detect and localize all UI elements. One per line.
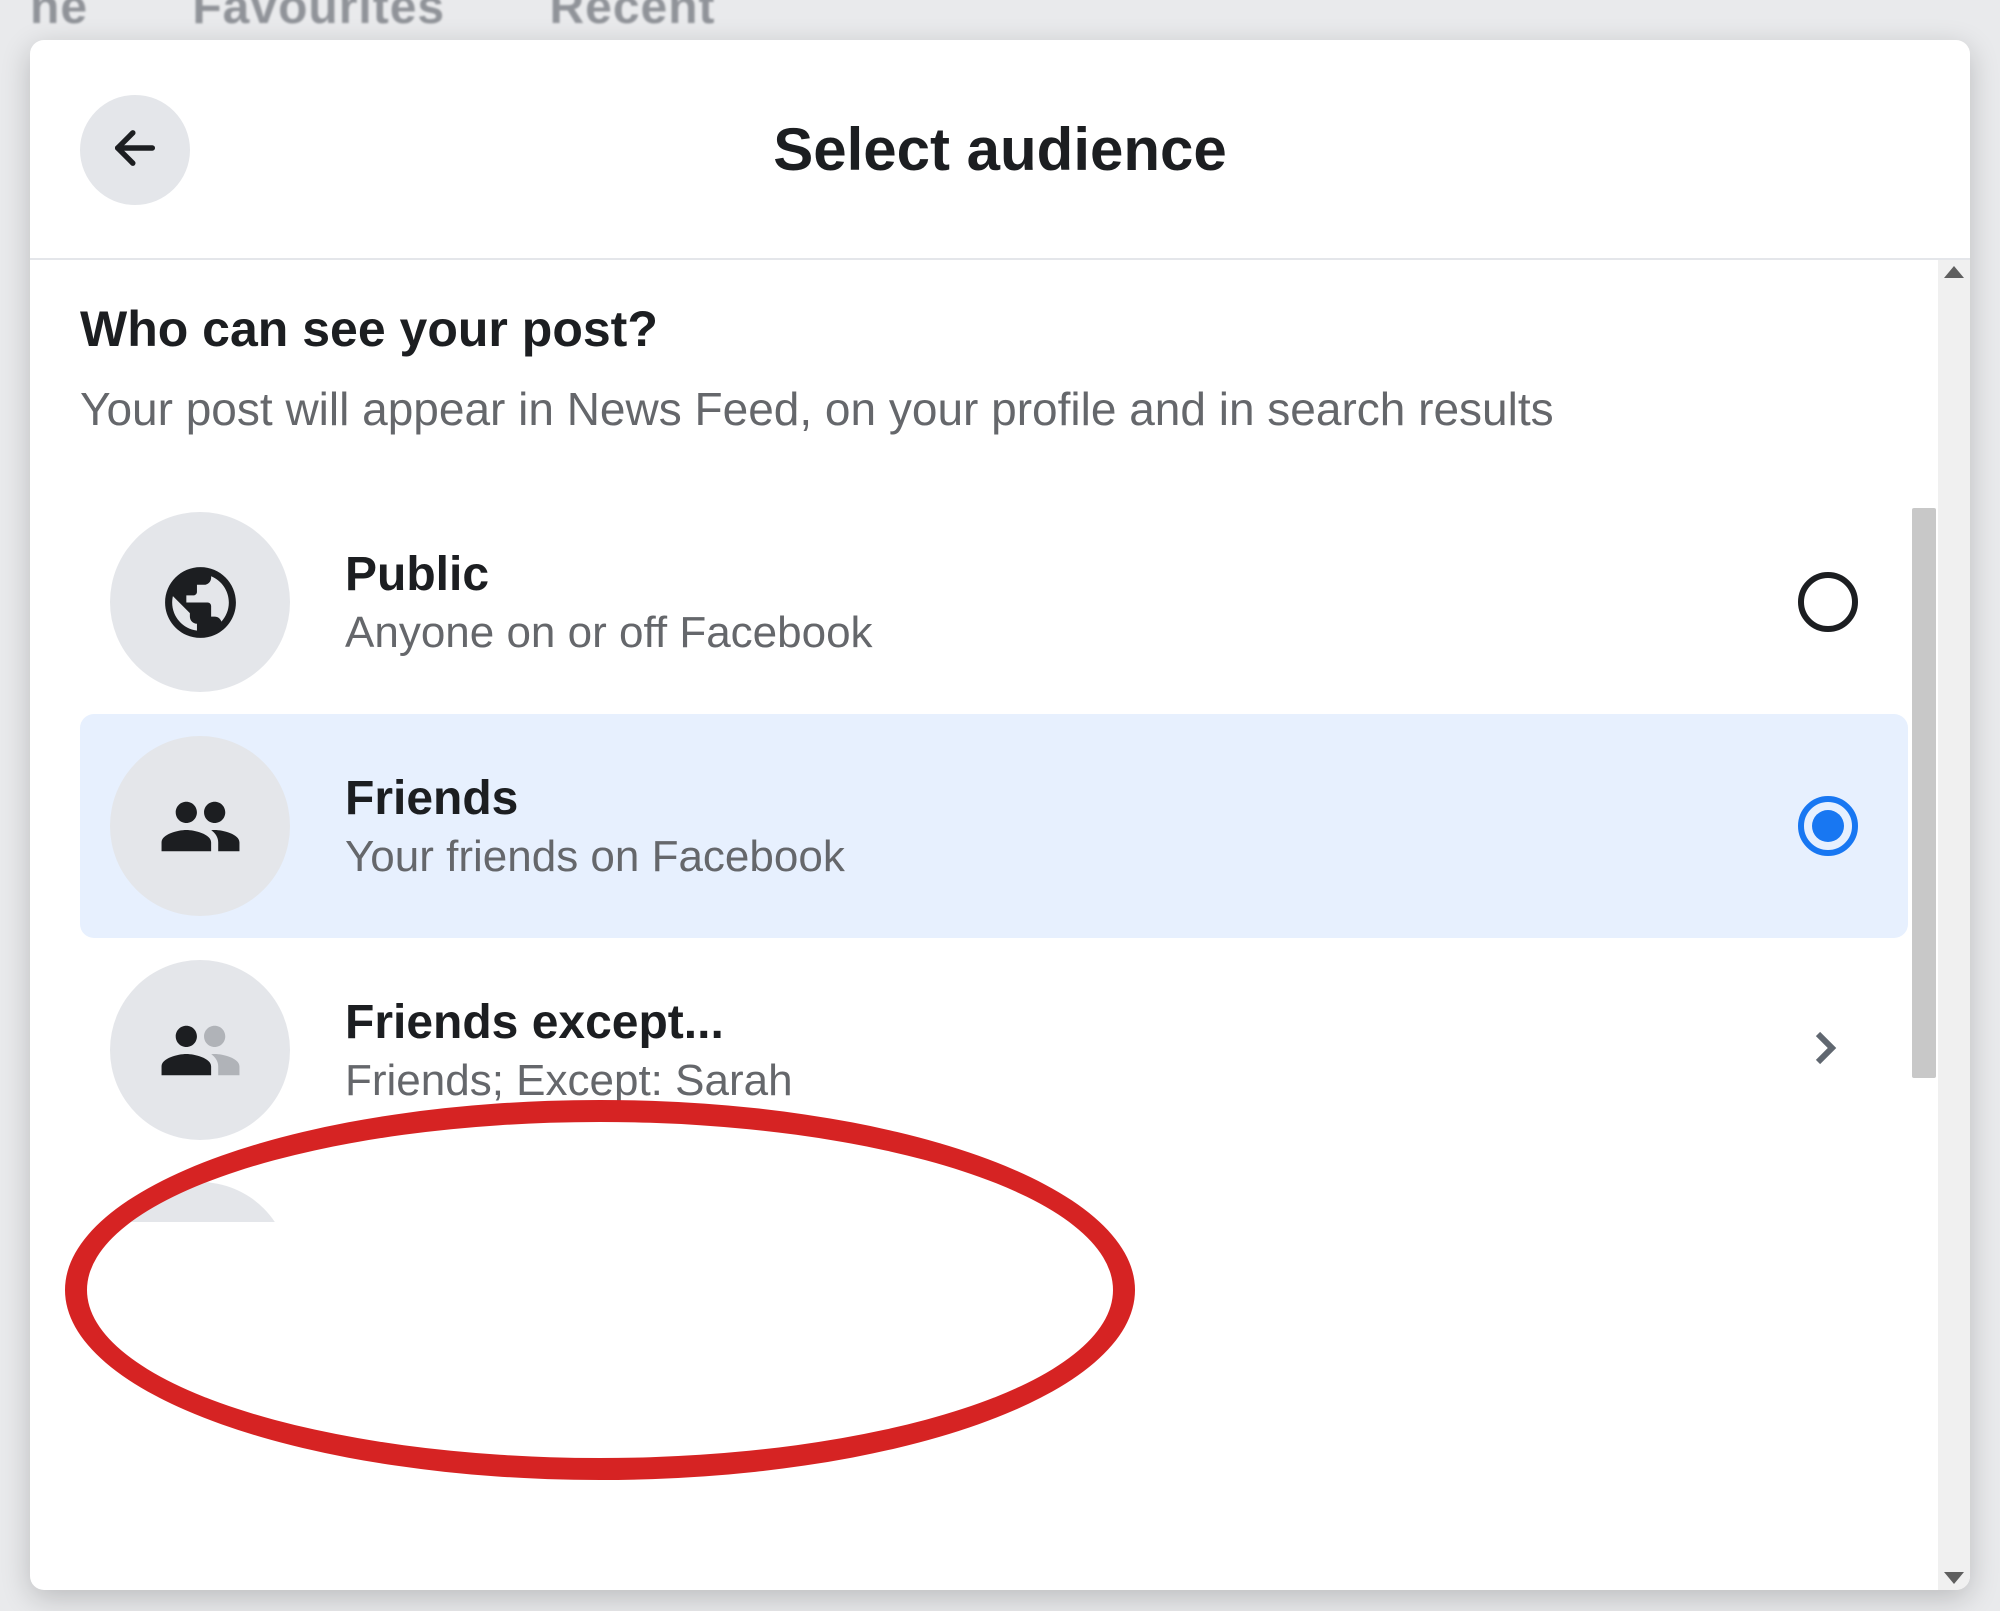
scrollbar[interactable] [1938, 260, 1970, 1590]
back-button[interactable] [80, 95, 190, 205]
arrow-left-icon [109, 122, 161, 179]
option-icon-placeholder [110, 1182, 290, 1222]
audience-option-public[interactable]: Public Anyone on or off Facebook [80, 490, 1908, 714]
radio-unchecked[interactable] [1798, 572, 1858, 632]
option-subtitle: Friends; Except: Sarah [345, 1056, 1800, 1106]
modal-header: Select audience [30, 40, 1970, 260]
audience-option-friends-except[interactable]: Friends except... Friends; Except: Sarah [80, 938, 1908, 1162]
audience-option-friends[interactable]: Friends Your friends on Facebook [80, 714, 1908, 938]
option-text: Friends Your friends on Facebook [345, 771, 1798, 882]
scroll-up-icon[interactable] [1944, 266, 1964, 278]
option-subtitle: Your friends on Facebook [345, 832, 1798, 882]
option-text: Public Anyone on or off Facebook [345, 547, 1798, 658]
scrollbar-thumb[interactable] [1912, 508, 1936, 1078]
option-title: Friends [345, 771, 1798, 826]
scroll-content: Who can see your post? Your post will ap… [30, 260, 1938, 1590]
option-text: Friends except... Friends; Except: Sarah [345, 995, 1800, 1106]
modal-body: Who can see your post? Your post will ap… [30, 260, 1970, 1590]
friends-icon [110, 736, 290, 916]
select-audience-modal: Select audience Who can see your post? Y… [30, 40, 1970, 1590]
background-tabs: ne Favourites Recent [0, 0, 2000, 35]
section-heading: Who can see your post? [80, 300, 1908, 358]
option-title: Friends except... [345, 995, 1800, 1050]
radio-checked[interactable] [1798, 796, 1858, 856]
scroll-down-icon[interactable] [1944, 1572, 1964, 1584]
audience-option-partial[interactable] [80, 1162, 1908, 1222]
chevron-right-icon [1800, 1024, 1848, 1077]
modal-title: Select audience [773, 115, 1227, 184]
option-title: Public [345, 547, 1798, 602]
globe-icon [110, 512, 290, 692]
option-subtitle: Anyone on or off Facebook [345, 608, 1798, 658]
friends-except-icon [110, 960, 290, 1140]
section-description: Your post will appear in News Feed, on y… [80, 378, 1780, 440]
